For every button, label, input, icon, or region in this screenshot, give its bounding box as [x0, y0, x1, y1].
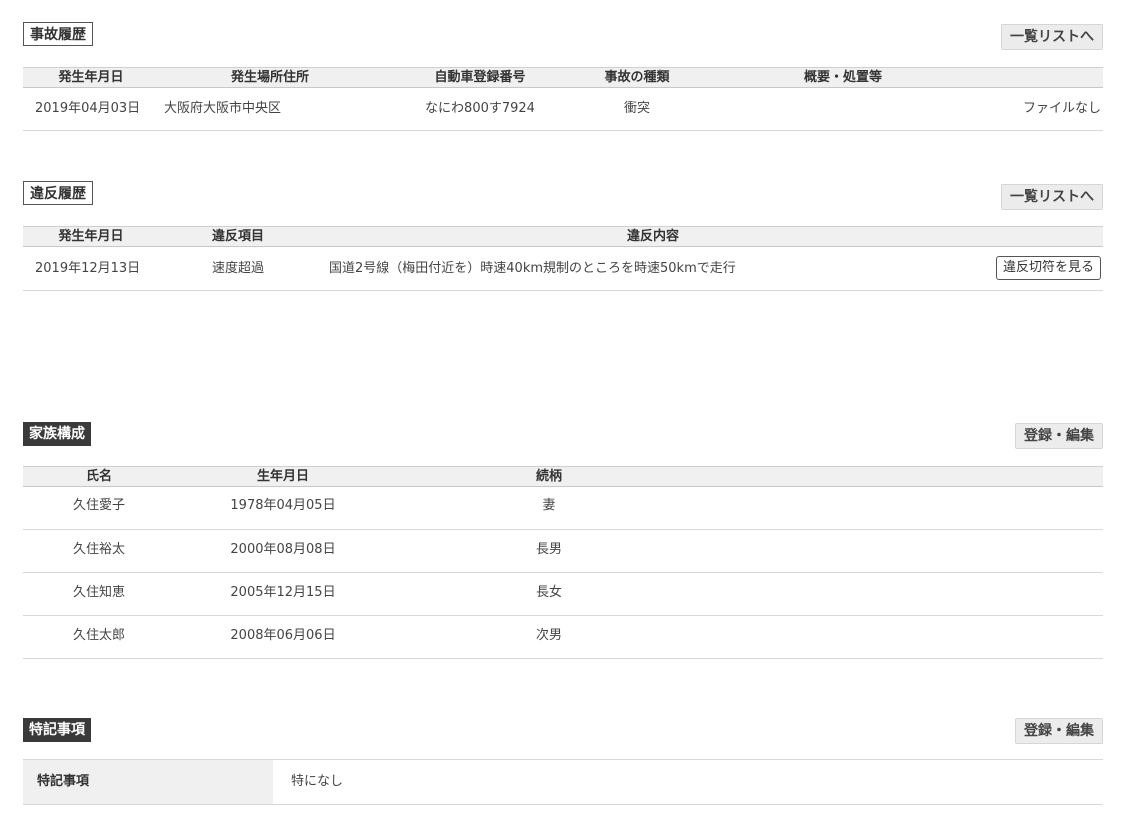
family-name: 久住知恵 [72, 585, 126, 600]
family-relation: 次男 [535, 628, 563, 643]
violation-item: 速度超過 [212, 261, 265, 276]
family-birth: 1978年04月05日 [230, 498, 336, 513]
accident-place: 大阪府大阪市中央区 [164, 101, 282, 116]
accident-table-header: 発生年月日 発生場所住所 自動車登録番号 事故の種類 概要・処置等 [23, 67, 1103, 88]
violation-list-button[interactable]: 一覧リストへ [1001, 184, 1103, 210]
accident-list-button[interactable]: 一覧リストへ [1001, 24, 1103, 50]
col-birth: 生年月日 [256, 469, 310, 484]
family-name: 久住裕太 [72, 542, 126, 557]
accident-date: 2019年04月03日 [35, 101, 141, 116]
violation-history-title: 違反履歴 [23, 181, 93, 205]
accident-history-title: 事故履歴 [23, 22, 93, 46]
accident-type: 衝突 [623, 101, 651, 116]
accident-plate: なにわ800す7924 [425, 101, 535, 116]
table-row: 久住知恵 2005年12月15日 長女 [23, 573, 1103, 616]
col-relation: 続柄 [535, 469, 563, 484]
col-place: 発生場所住所 [230, 70, 310, 85]
violation-date: 2019年12月13日 [35, 261, 141, 276]
family-birth: 2000年08月08日 [230, 542, 336, 557]
family-edit-button[interactable]: 登録・編集 [1015, 423, 1103, 449]
accident-file-status: ファイルなし [1022, 101, 1101, 116]
col-plate: 自動車登録番号 [434, 70, 526, 85]
view-ticket-button[interactable]: 違反切符を見る [995, 256, 1101, 280]
table-row: 久住太郎 2008年06月06日 次男 [23, 616, 1103, 659]
family-relation: 長女 [535, 585, 563, 600]
family-relation: 長男 [535, 542, 563, 557]
table-row: 2019年04月03日 大阪府大阪市中央区 なにわ800す7924 衝突 ファイ… [23, 88, 1103, 131]
table-row: 久住愛子 1978年04月05日 妻 [23, 487, 1103, 530]
notes-title: 特記事項 [23, 718, 91, 742]
notes-label: 特記事項 [23, 760, 273, 804]
family-birth: 2005年12月15日 [230, 585, 336, 600]
family-name: 久住愛子 [72, 498, 126, 513]
family-title: 家族構成 [23, 422, 91, 446]
table-row: 久住裕太 2000年08月08日 長男 [23, 530, 1103, 573]
notes-edit-button[interactable]: 登録・編集 [1015, 718, 1103, 744]
col-date: 発生年月日 [58, 70, 124, 85]
family-birth: 2008年06月06日 [230, 628, 336, 643]
family-name: 久住太郎 [72, 628, 126, 643]
col-name: 氏名 [85, 469, 113, 484]
col-detail: 違反内容 [626, 229, 680, 244]
notes-row: 特記事項 特になし [23, 759, 1103, 805]
col-type: 事故の種類 [604, 70, 670, 85]
family-table-header: 氏名 生年月日 続柄 [23, 466, 1103, 487]
violation-table-header: 発生年月日 違反項目 違反内容 [23, 226, 1103, 247]
notes-value: 特になし [291, 774, 344, 789]
table-row: 2019年12月13日 速度超過 国道2号線（梅田付近を）時速40km規制のとこ… [23, 247, 1103, 291]
violation-detail: 国道2号線（梅田付近を）時速40km規制のところを時速50kmで走行 [329, 261, 736, 276]
col-item: 違反項目 [212, 229, 265, 244]
family-relation: 妻 [542, 498, 556, 513]
col-summary: 概要・処置等 [803, 70, 883, 85]
col-date: 発生年月日 [58, 229, 124, 244]
